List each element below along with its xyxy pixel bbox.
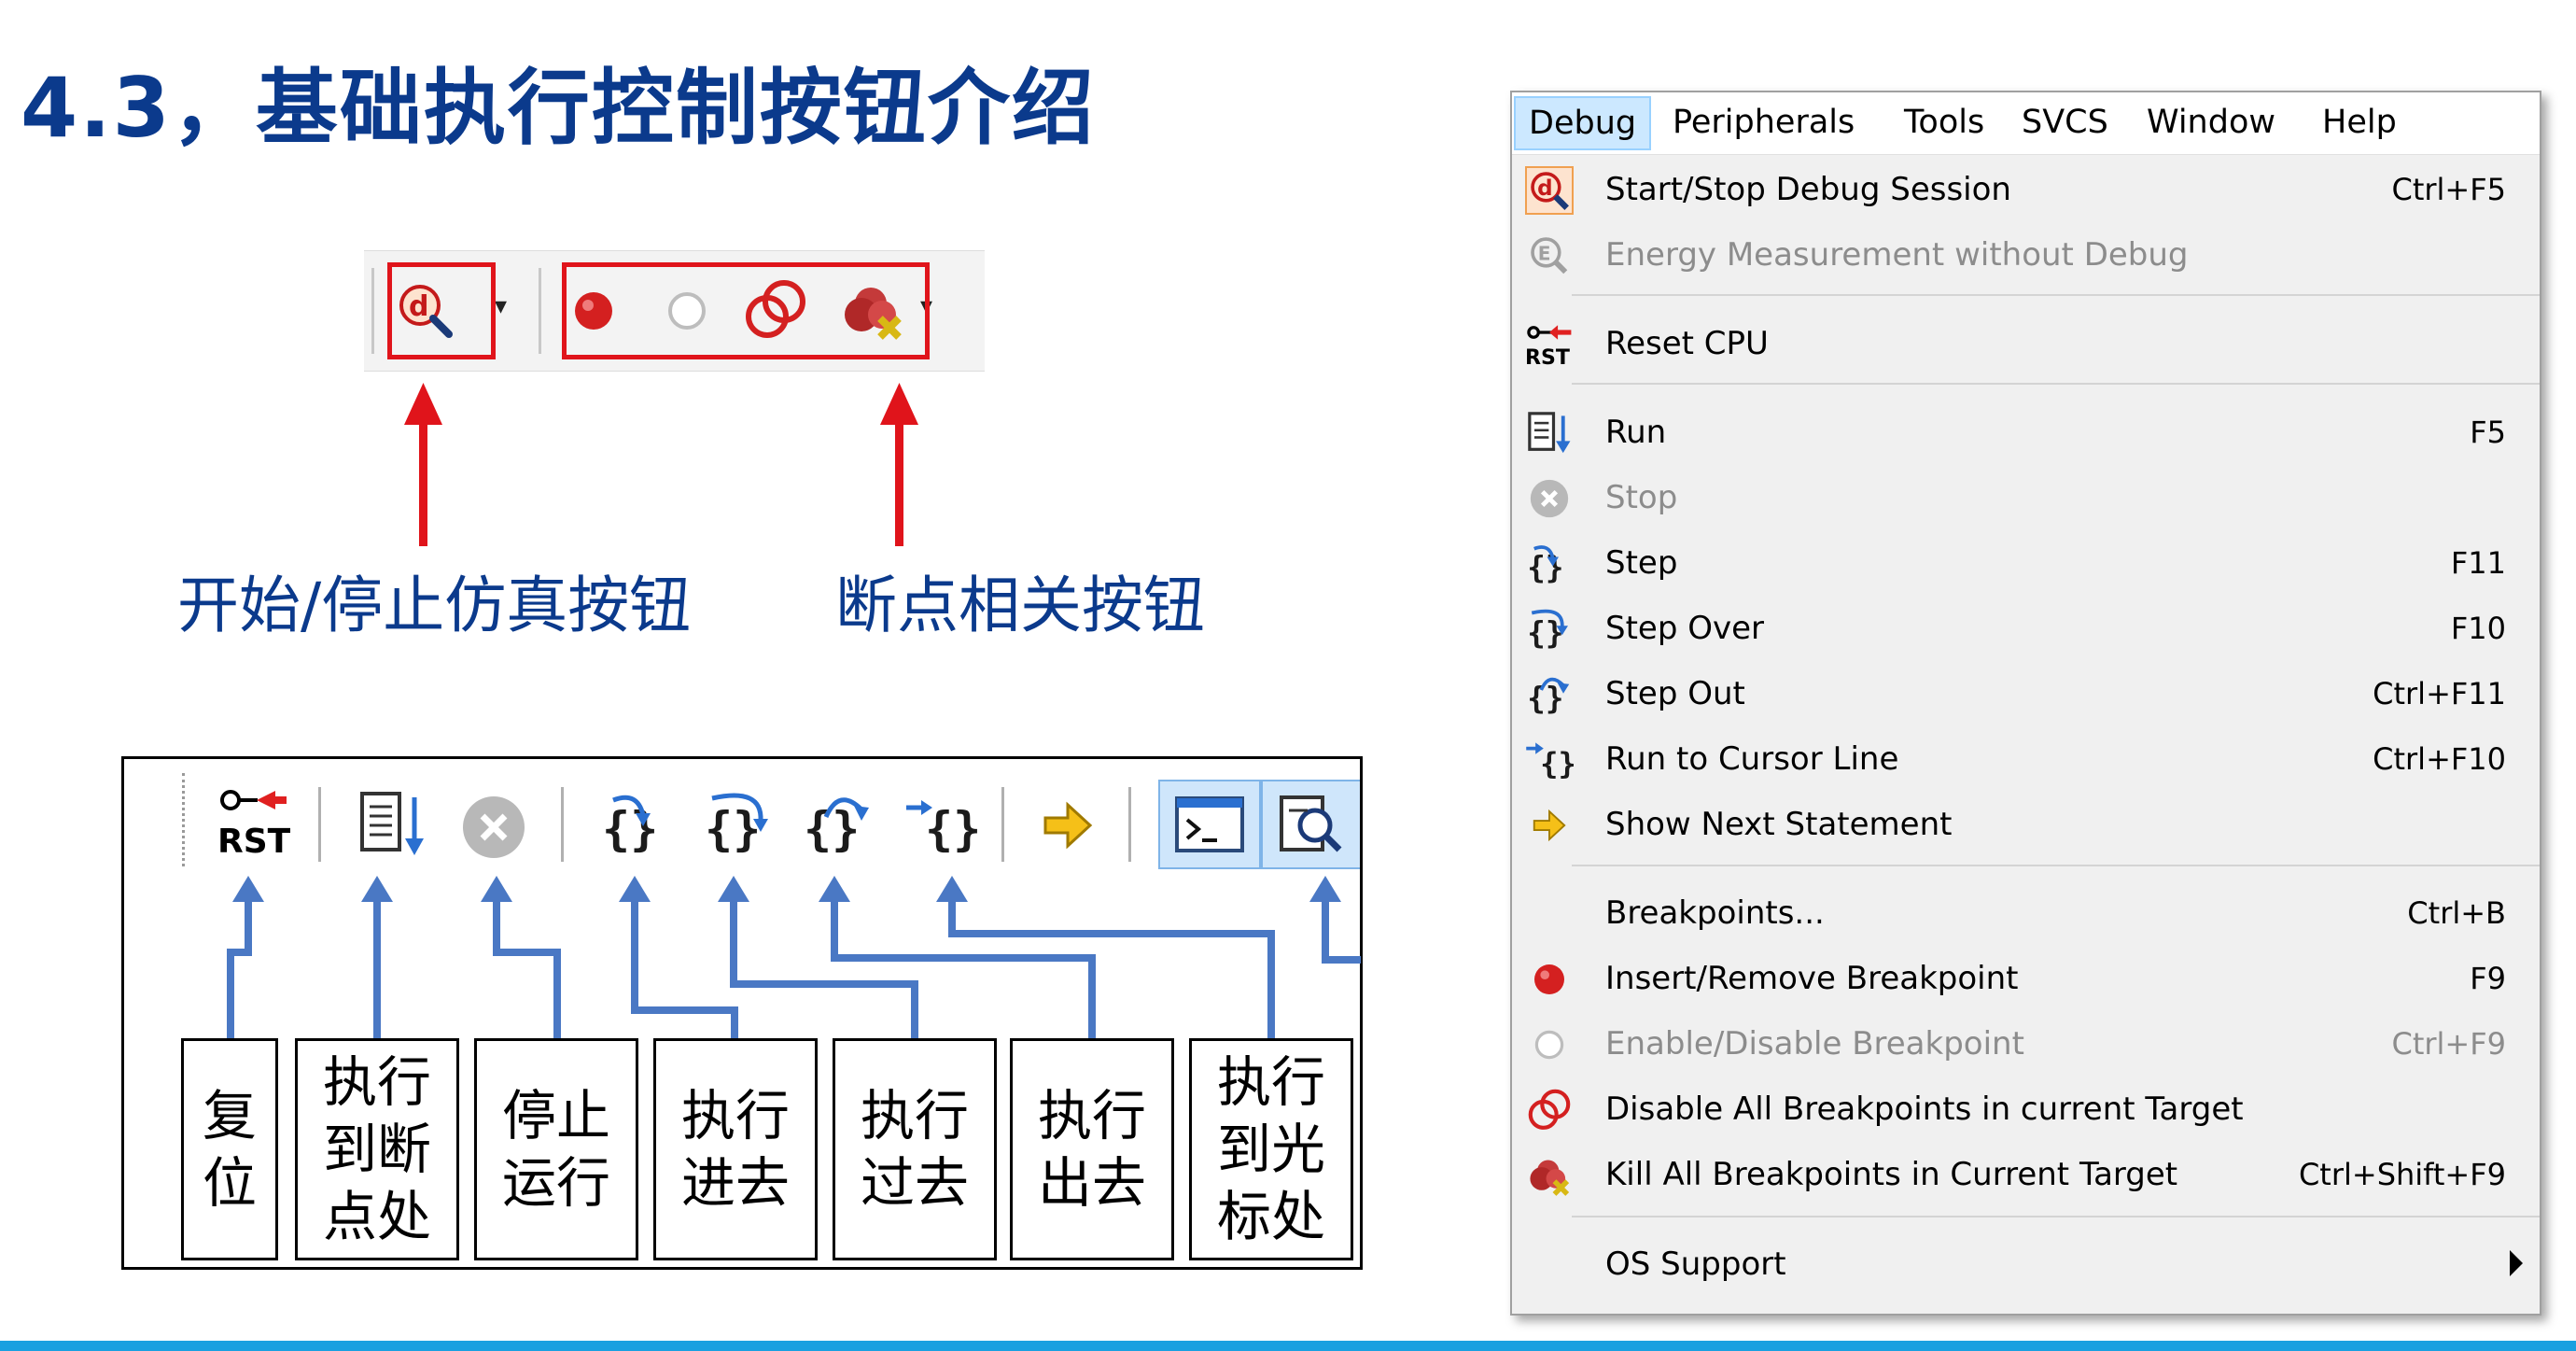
menu-item-kill-all-breakpoints[interactable]: Kill All Breakpoints in Current Target C…: [1512, 1142, 2540, 1207]
enable-breakpoint-icon: [1525, 1020, 1574, 1069]
menu-item-label: Disable All Breakpoints in current Targe…: [1605, 1091, 2244, 1128]
menu-item-run-to-cursor[interactable]: {} Run to Cursor Line Ctrl+F10: [1512, 726, 2540, 792]
reset-cpu-icon: RST: [1525, 320, 1574, 369]
label-run-to-breakpoint: 执行 到断 点处: [295, 1038, 459, 1260]
svg-text:RST: RST: [1525, 345, 1570, 369]
label-step-out: 执行 出去: [1010, 1038, 1174, 1260]
step-out-icon: {}: [1525, 670, 1574, 719]
kill-all-breakpoints-icon: [1525, 1151, 1574, 1200]
menu-item-shortcut: Ctrl+F5: [2391, 172, 2506, 207]
menu-item-label: Step Out: [1605, 675, 1745, 712]
menu-item-breakpoints[interactable]: Breakpoints... Ctrl+B: [1512, 880, 2540, 946]
menu-separator: [1572, 1216, 2540, 1217]
menu-item-label: Show Next Statement: [1605, 806, 1953, 843]
debug-menu-window: Debug Peripherals Tools SVCS Window Help…: [1510, 91, 2541, 1316]
menu-item-label: Reset CPU: [1605, 325, 1769, 362]
slide-bottom-bar: [0, 1341, 2576, 1351]
menu-separator: [1572, 865, 2540, 866]
chevron-right-icon: [2510, 1250, 2523, 1276]
menu-tools[interactable]: Tools: [1891, 100, 1997, 145]
svg-text:{}: {}: [1527, 550, 1563, 585]
menu-item-shortcut: Ctrl+F9: [2391, 1026, 2506, 1062]
menu-separator: [1572, 294, 2540, 296]
dropdown-menu: d Start/Stop Debug Session Ctrl+F5 E Ene…: [1512, 154, 2540, 1314]
menu-item-shortcut: Ctrl+Shift+F9: [2298, 1157, 2506, 1192]
menu-item-label: Stop: [1605, 479, 1678, 516]
menu-item-shortcut: F11: [2450, 545, 2506, 581]
menu-item-label: Run: [1605, 414, 1667, 451]
label-step-over: 执行 过去: [833, 1038, 997, 1260]
menu-item-shortcut: Ctrl+F10: [2373, 741, 2506, 777]
debug-session-icon: d: [1525, 166, 1574, 215]
label-reset: 复 位: [181, 1038, 278, 1260]
menu-item-step-out[interactable]: {} Step Out Ctrl+F11: [1512, 661, 2540, 726]
label-run-to-cursor: 执行 到光 标处: [1189, 1038, 1353, 1260]
menu-separator: [1572, 383, 2540, 385]
menu-item-step-over[interactable]: {} Step Over F10: [1512, 596, 2540, 661]
menu-item-enable-disable-breakpoint: Enable/Disable Breakpoint Ctrl+F9: [1512, 1011, 2540, 1077]
menu-item-insert-remove-breakpoint[interactable]: Insert/Remove Breakpoint F9: [1512, 946, 2540, 1011]
menu-item-label: Step: [1605, 544, 1678, 582]
svg-text:d: d: [1537, 176, 1552, 201]
menu-item-label: OS Support: [1605, 1245, 1786, 1283]
menu-item-disable-all-breakpoints[interactable]: Disable All Breakpoints in current Targe…: [1512, 1077, 2540, 1142]
menu-item-label: Step Over: [1605, 610, 1764, 647]
menu-item-show-next-statement[interactable]: Show Next Statement: [1512, 792, 2540, 857]
menu-item-reset-cpu[interactable]: RST Reset CPU: [1512, 311, 2540, 376]
menu-item-label: Run to Cursor Line: [1605, 740, 1899, 778]
svg-text:{}: {}: [1540, 746, 1574, 781]
menu-item-label: Breakpoints...: [1605, 894, 1825, 932]
menu-window[interactable]: Window: [2134, 100, 2289, 145]
menu-svcs[interactable]: SVCS: [2009, 100, 2121, 145]
menu-item-step[interactable]: {} Step F11: [1512, 530, 2540, 596]
menu-item-shortcut: F10: [2450, 611, 2506, 646]
menu-item-run[interactable]: Run F5: [1512, 400, 2540, 465]
menu-item-start-stop-debug[interactable]: d Start/Stop Debug Session Ctrl+F5: [1512, 157, 2540, 222]
step-over-icon: {}: [1525, 605, 1574, 654]
svg-text:E: E: [1538, 242, 1551, 264]
menu-help[interactable]: Help: [2309, 100, 2410, 145]
svg-text:{}: {}: [1527, 615, 1563, 651]
run-icon: [1525, 409, 1574, 457]
menu-item-os-support[interactable]: OS Support: [1512, 1231, 2540, 1297]
svg-text:{}: {}: [1527, 681, 1563, 716]
label-stop-run: 停止 运行: [474, 1038, 638, 1260]
menu-item-label: Energy Measurement without Debug: [1605, 236, 2189, 274]
run-to-cursor-icon: {}: [1525, 736, 1574, 784]
menu-item-energy-measurement: E Energy Measurement without Debug: [1512, 222, 2540, 288]
menu-item-shortcut: F5: [2470, 415, 2506, 450]
menu-item-label: Start/Stop Debug Session: [1605, 171, 2011, 208]
stop-icon: [1525, 474, 1574, 523]
menu-item-shortcut: Ctrl+B: [2407, 895, 2506, 931]
show-next-statement-icon: [1525, 801, 1574, 850]
menu-item-shortcut: Ctrl+F11: [2373, 676, 2506, 711]
menu-item-shortcut: F9: [2470, 961, 2506, 996]
menu-debug[interactable]: Debug: [1514, 96, 1652, 150]
menu-item-label: Enable/Disable Breakpoint: [1605, 1025, 2024, 1063]
menu-peripherals[interactable]: Peripherals: [1659, 100, 1868, 145]
step-icon: {}: [1525, 540, 1574, 588]
menu-item-stop: Stop: [1512, 465, 2540, 530]
disable-all-breakpoints-icon: [1525, 1086, 1574, 1134]
label-step-into: 执行 进去: [653, 1038, 818, 1260]
menu-item-label: Insert/Remove Breakpoint: [1605, 960, 2019, 997]
energy-measurement-icon: E: [1525, 232, 1574, 280]
menu-item-label: Kill All Breakpoints in Current Target: [1605, 1156, 2178, 1193]
insert-breakpoint-icon: [1525, 955, 1574, 1004]
menubar: Debug Peripherals Tools SVCS Window Help: [1512, 92, 2540, 155]
